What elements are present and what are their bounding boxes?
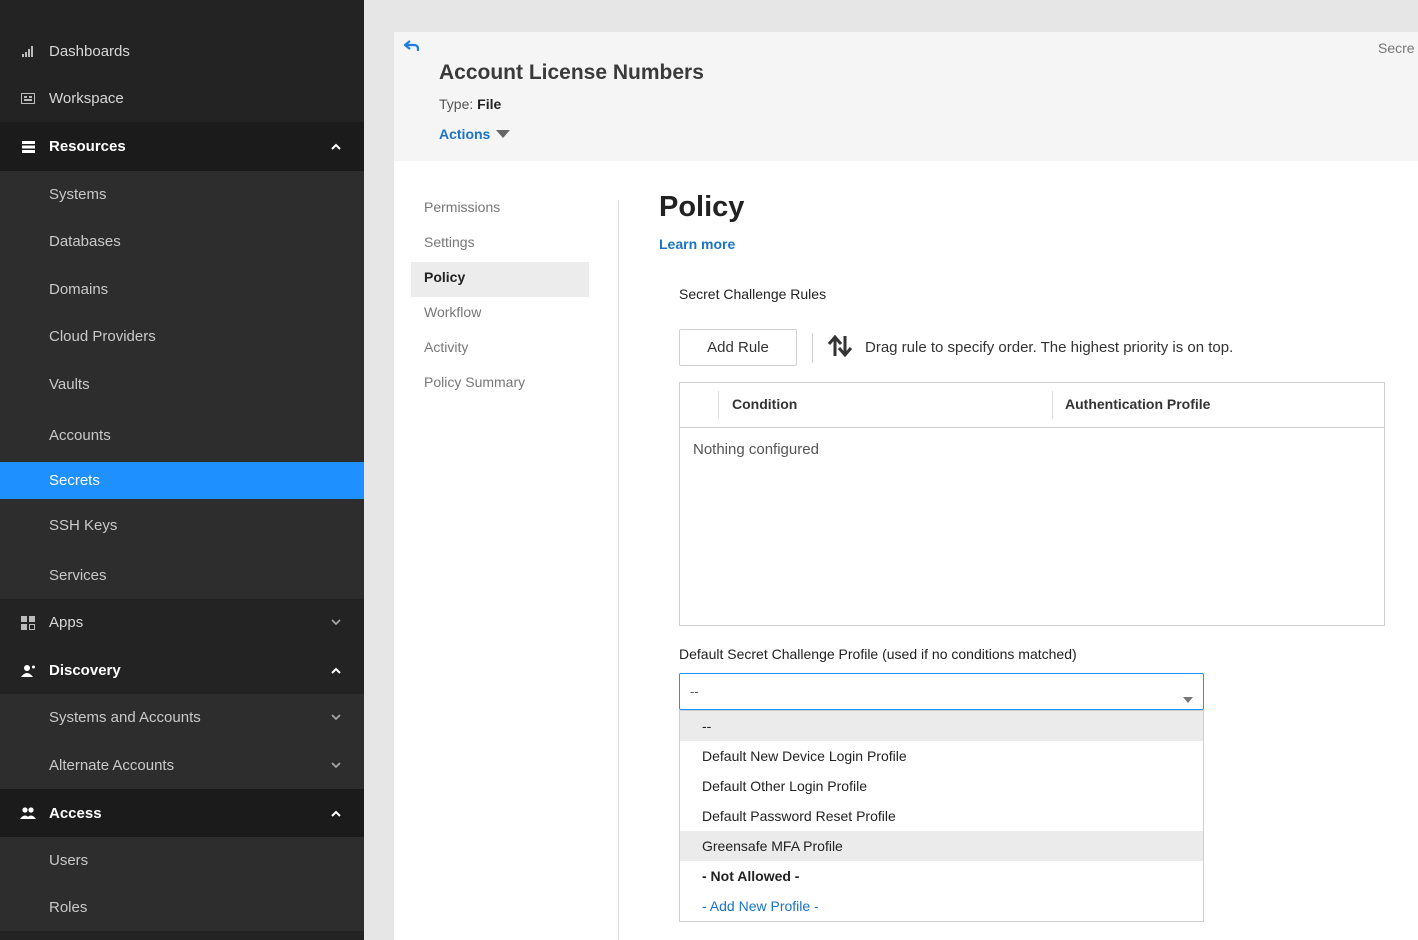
sidebar-item-domains[interactable]: Domains: [0, 265, 364, 313]
sidebar-item-alternate-accounts[interactable]: Alternate Accounts: [0, 741, 364, 789]
sidebar-item-label: Apps: [49, 614, 84, 631]
chevron-down-icon: [330, 617, 342, 629]
drag-hint-text: Drag rule to specify order. The highest …: [865, 339, 1234, 356]
sidebar-item-label: Databases: [49, 233, 121, 250]
dropdown-option[interactable]: Default Password Reset Profile: [680, 801, 1203, 831]
tab-settings[interactable]: Settings: [424, 234, 475, 250]
sidebar-item-label: Roles: [49, 899, 88, 916]
caret-down-icon: [496, 130, 511, 138]
tab-activity[interactable]: Activity: [424, 339, 468, 355]
sidebar-item-services[interactable]: Services: [0, 551, 364, 599]
sidebar-item-label: Systems: [49, 186, 107, 203]
sidebar-item-label: Workspace: [49, 90, 124, 107]
list-icon: [20, 139, 36, 155]
dropdown-option[interactable]: Greensafe MFA Profile: [680, 831, 1203, 861]
header-card: [394, 32, 1418, 161]
sort-order-icon: [827, 334, 853, 363]
empty-message: Nothing configured: [693, 441, 819, 458]
chevron-down-icon: [330, 712, 342, 724]
toolbar-divider: [812, 333, 813, 363]
workspace-icon: [20, 91, 36, 107]
users-icon: [20, 805, 36, 821]
learn-more-link[interactable]: Learn more: [659, 236, 735, 252]
sidebar-item-roles[interactable]: Roles: [0, 884, 364, 931]
column-header-condition: Condition: [732, 396, 798, 412]
profile-dropdown-list: -- Default New Device Login Profile Defa…: [679, 710, 1204, 922]
type-label: Type:: [439, 96, 474, 112]
sidebar-item-label: Dashboards: [49, 43, 130, 60]
rules-table: Condition Authentication Profile Nothing…: [679, 382, 1385, 626]
sidebar-item-label: Vaults: [49, 375, 90, 393]
column-header-authentication-profile: Authentication Profile: [1065, 396, 1211, 412]
dropdown-option[interactable]: Default Other Login Profile: [680, 771, 1203, 801]
dropdown-option-add-new-profile[interactable]: - Add New Profile -: [680, 891, 1203, 921]
chevron-down-icon: [330, 759, 342, 771]
sidebar-item-users[interactable]: Users: [0, 837, 364, 884]
default-profile-select[interactable]: --: [679, 673, 1204, 710]
sidebar-item-systems-and-accounts[interactable]: Systems and Accounts: [0, 694, 364, 741]
sidebar-item-ssh-keys[interactable]: SSH Keys: [0, 499, 364, 551]
sidebar-item-label: Users: [49, 852, 89, 869]
tab-permissions[interactable]: Permissions: [424, 199, 500, 215]
tab-policy-summary[interactable]: Policy Summary: [424, 374, 525, 390]
add-rule-button[interactable]: Add Rule: [679, 329, 797, 366]
sidebar-item-label: Domains: [49, 280, 109, 298]
sidebar-item-label: Cloud Providers: [49, 328, 156, 345]
column-separator: [1052, 391, 1053, 419]
sidebar-item-accounts[interactable]: Accounts: [0, 408, 364, 462]
caret-down-icon: [1183, 690, 1193, 708]
bar-chart-icon: [20, 44, 36, 60]
sidebar-item-dashboards[interactable]: Dashboards: [0, 28, 364, 75]
sidebar-item-databases[interactable]: Databases: [0, 218, 364, 265]
sidebar-item-label: Systems and Accounts: [49, 709, 201, 726]
select-value: --: [690, 684, 699, 699]
policy-heading: Policy: [659, 191, 745, 223]
sidebar-item-label: Accounts: [49, 426, 111, 444]
sidebar-group-discovery[interactable]: Discovery: [0, 646, 364, 694]
chevron-up-icon: [330, 664, 342, 676]
apps-grid-icon: [20, 615, 36, 631]
sidebar-item-secrets[interactable]: Secrets: [0, 462, 364, 499]
column-separator: [718, 391, 719, 419]
sidebar-group-resources[interactable]: Resources: [0, 122, 364, 171]
type-value: File: [477, 96, 502, 112]
sidebar-item-label: Services: [49, 566, 107, 584]
tab-workflow[interactable]: Workflow: [424, 304, 481, 320]
dropdown-option[interactable]: Default New Device Login Profile: [680, 741, 1203, 771]
dropdown-option[interactable]: --: [680, 711, 1203, 741]
sidebar-item-vaults[interactable]: Vaults: [0, 360, 364, 408]
sidebar-group-apps[interactable]: Apps: [0, 599, 364, 646]
discovery-icon: [20, 662, 36, 678]
actions-menu[interactable]: Actions: [439, 126, 511, 142]
actions-label: Actions: [439, 126, 491, 142]
tab-policy[interactable]: Policy: [424, 269, 465, 285]
sidebar-item-systems[interactable]: Systems: [0, 171, 364, 218]
dropdown-option-not-allowed[interactable]: - Not Allowed -: [680, 861, 1203, 891]
sidebar-item-label: Secrets: [49, 472, 100, 489]
sidebar-item-label: Discovery: [49, 661, 121, 679]
tabs-divider: [618, 200, 619, 940]
chevron-up-icon: [330, 807, 342, 819]
back-arrow-icon[interactable]: [403, 39, 420, 57]
chevron-up-icon: [330, 141, 342, 153]
top-right-label: Secre: [1378, 40, 1415, 56]
sidebar-item-label: Access: [49, 804, 102, 822]
default-profile-label: Default Secret Challenge Profile (used i…: [679, 646, 1077, 662]
page-title: Account License Numbers: [439, 61, 704, 84]
sidebar-item-cloud-providers[interactable]: Cloud Providers: [0, 313, 364, 360]
sidebar-item-label: Resources: [49, 138, 126, 155]
sidebar-item-label: SSH Keys: [49, 516, 118, 534]
rules-section-label: Secret Challenge Rules: [679, 286, 827, 302]
sidebar-group-access[interactable]: Access: [0, 789, 364, 837]
sidebar-item-workspace[interactable]: Workspace: [0, 75, 364, 122]
rules-table-header: Condition Authentication Profile: [680, 383, 1384, 428]
sidebar-item-label: Alternate Accounts: [49, 756, 175, 774]
sidebar: Dashboards Workspace Resources Systems D…: [0, 0, 364, 940]
type-line: Type: File: [439, 96, 501, 112]
